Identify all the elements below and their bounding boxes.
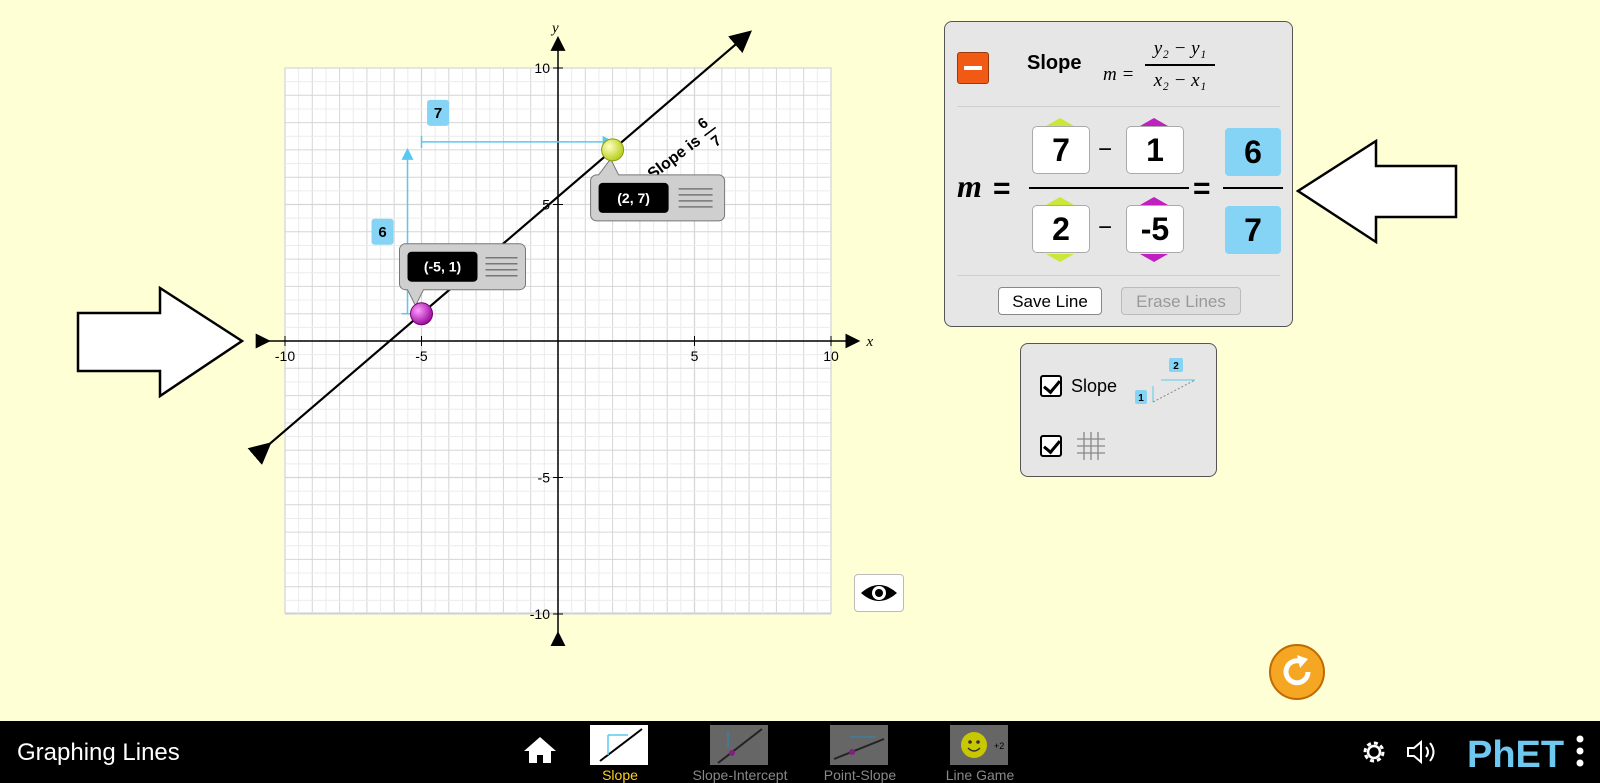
grid-icon (1077, 432, 1105, 460)
formula-den: x₂ − x₁ (1153, 69, 1207, 91)
run-label: 7 (427, 99, 450, 126)
x1-spinner[interactable]: -5 (1126, 205, 1184, 253)
y-tick-label: -10 (530, 606, 550, 622)
sim-title: Graphing Lines (17, 739, 180, 766)
point2-handle[interactable] (601, 138, 625, 162)
x2-spinner[interactable]: 2 (1032, 205, 1090, 253)
tab-point-slope[interactable]: Point-Slope (810, 725, 910, 783)
equals-sign: = (993, 172, 1011, 205)
svg-text:7: 7 (434, 105, 442, 122)
y1-increment[interactable] (1140, 118, 1168, 126)
svg-text:2: 2 (1173, 361, 1179, 372)
tab-slope-intercept[interactable]: Slope-Intercept (690, 725, 790, 783)
pointer-arrow-left (1295, 138, 1458, 245)
slope-checkbox-label: Slope (1071, 376, 1118, 396)
svg-text:6: 6 (378, 224, 386, 241)
svg-text:PhET: PhET (1467, 734, 1564, 773)
result-numerator: 6 (1225, 128, 1281, 176)
point2-coords: (2, 7) (617, 190, 650, 206)
tab-slope[interactable]: Slope (570, 725, 670, 783)
y1-spinner[interactable]: 1 (1126, 126, 1184, 174)
home-icon[interactable] (523, 735, 557, 765)
fraction-bar (1029, 187, 1189, 189)
result-fraction-bar (1223, 187, 1283, 189)
minus-sign: − (1098, 136, 1113, 163)
result-equals-sign: = (1193, 172, 1211, 205)
result-denominator: 7 (1225, 206, 1281, 254)
x-tick-label: 10 (823, 348, 839, 364)
x-axis-label: x (865, 334, 873, 350)
collapse-button[interactable] (957, 52, 989, 84)
x-tick-label: -10 (275, 348, 295, 364)
x1-decrement[interactable] (1140, 254, 1168, 262)
graph: xy -10 -5 5 10105-5-10 6 7 Slope is 6 7 (-5… (76, 21, 873, 647)
navigation-bar: Graphing Lines Slope Slope-Intercept Poi… (0, 721, 1600, 783)
erase-lines-button[interactable]: Erase Lines (1121, 287, 1241, 315)
slope-equation-panel: Slope m = y₂ − y₁ x₂ − x₁ m = 7 − 1 2 − … (944, 21, 1293, 327)
rise-label: 6 (371, 218, 394, 245)
point1-handle[interactable] (410, 302, 433, 326)
reset-all-button[interactable] (1268, 643, 1326, 701)
formula-lhs: m = (1103, 64, 1135, 85)
y2-spinner[interactable]: 7 (1032, 126, 1090, 174)
x-tick-label: -5 (415, 348, 428, 364)
eye-icon (861, 585, 897, 601)
slope-tool-icon: 2 1 (1135, 358, 1196, 404)
y-tick-label: 10 (534, 60, 550, 76)
tab-slope-label: Slope (602, 767, 638, 783)
slope-screen-thumbnail (590, 725, 648, 765)
equation-title: Slope (1027, 52, 1082, 74)
game-badge: +2 (994, 741, 1004, 751)
line-game-screen-thumbnail: +2 (950, 725, 1008, 765)
x2-increment[interactable] (1046, 197, 1074, 205)
y-axis-label: y (550, 21, 559, 37)
visibility-toggle-button[interactable] (854, 574, 904, 612)
m-label: m (957, 168, 982, 204)
point-slope-screen-thumbnail (830, 725, 888, 765)
slope-intercept-screen-thumbnail (710, 725, 768, 765)
x2-decrement[interactable] (1046, 254, 1074, 262)
speaker-icon[interactable] (1405, 737, 1441, 767)
tab-slope-intercept-label: Slope-Intercept (692, 767, 788, 783)
options-panel: Slope 2 1 (1020, 343, 1217, 477)
formula-num: y₂ − y₁ (1153, 38, 1207, 59)
gear-icon[interactable] (1359, 737, 1389, 767)
y2-increment[interactable] (1046, 118, 1074, 126)
slope-checkbox[interactable] (1040, 375, 1062, 397)
x-tick-label: 5 (691, 348, 699, 364)
menu-dots-icon[interactable] (1575, 735, 1585, 767)
save-line-button[interactable]: Save Line (998, 287, 1102, 315)
minus-sign: − (1098, 214, 1113, 241)
tab-line-game[interactable]: +2 Line Game (930, 725, 1030, 783)
tab-line-game-label: Line Game (945, 767, 1015, 783)
tab-point-slope-label: Point-Slope (823, 767, 897, 783)
point1-coords: (-5, 1) (424, 259, 461, 275)
y-tick-label: -5 (538, 470, 551, 486)
x1-increment[interactable] (1140, 197, 1168, 205)
grid-checkbox[interactable] (1040, 435, 1062, 457)
phet-logo[interactable]: PhET (1465, 731, 1565, 773)
pointer-arrow-right (76, 285, 245, 399)
svg-text:1: 1 (1138, 393, 1144, 404)
